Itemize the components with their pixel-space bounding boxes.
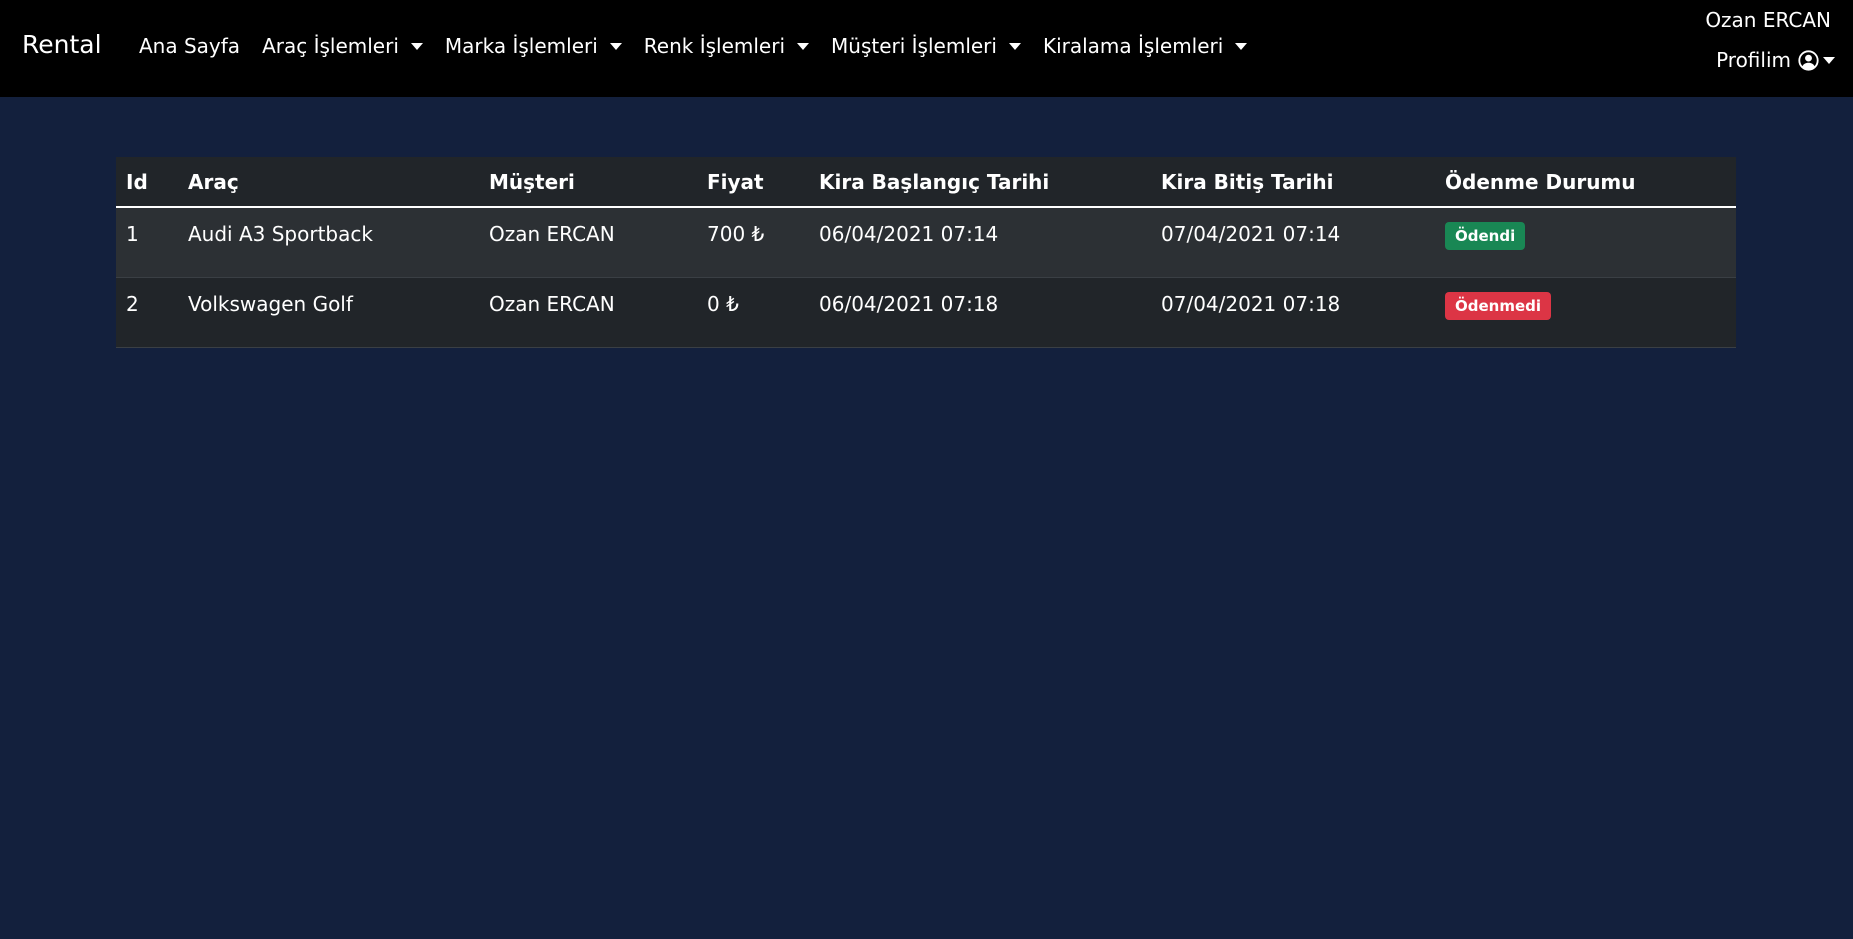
nav-item-marka-islemleri[interactable]: Marka İşlemleri (434, 34, 633, 58)
profile-dropdown[interactable]: Profilim (1716, 48, 1835, 72)
cell-price: 0 ₺ (697, 277, 809, 348)
profile-label: Profilim (1716, 48, 1791, 72)
cell-payment-status: Ödenmedi (1435, 277, 1736, 348)
table-row: 1 Audi A3 Sportback Ozan ERCAN 700 ₺ 06/… (116, 207, 1736, 278)
rentals-table: Id Araç Müşteri Fiyat Kira Başlangıç Tar… (116, 157, 1736, 348)
nav-item-label: Araç İşlemleri (262, 34, 399, 58)
user-name: Ozan ERCAN (1705, 8, 1831, 32)
table-header-row: Id Araç Müşteri Fiyat Kira Başlangıç Tar… (116, 157, 1736, 208)
cell-end-date: 07/04/2021 07:14 (1151, 207, 1435, 278)
caret-down-icon (1823, 56, 1835, 64)
column-header-payment-status: Ödenme Durumu (1435, 157, 1736, 208)
cell-start-date: 06/04/2021 07:18 (809, 277, 1151, 348)
column-header-end-date: Kira Bitiş Tarihi (1151, 157, 1435, 208)
brand-link[interactable]: Rental (22, 30, 102, 59)
caret-down-icon (1235, 42, 1248, 50)
cell-customer: Ozan ERCAN (479, 277, 697, 348)
cell-price: 700 ₺ (697, 207, 809, 278)
nav-item-label: Ana Sayfa (139, 34, 241, 58)
nav-item-label: Kiralama İşlemleri (1042, 34, 1224, 58)
nav-item-label: Marka İşlemleri (444, 34, 598, 58)
nav-item-label: Müşteri İşlemleri (831, 34, 997, 58)
rentals-table-container: Id Araç Müşteri Fiyat Kira Başlangıç Tar… (116, 157, 1736, 348)
nav-menu: Ana Sayfa Araç İşlemleri Marka İşlemleri… (128, 0, 1258, 92)
nav-item-kiralama-islemleri[interactable]: Kiralama İşlemleri (1032, 34, 1258, 58)
nav-item-label: Renk İşlemleri (643, 34, 786, 58)
nav-item-renk-islemleri[interactable]: Renk İşlemleri (633, 34, 820, 58)
column-header-start-date: Kira Başlangıç Tarihi (809, 157, 1151, 208)
cell-start-date: 06/04/2021 07:14 (809, 207, 1151, 278)
cell-end-date: 07/04/2021 07:18 (1151, 277, 1435, 348)
cell-payment-status: Ödendi (1435, 207, 1736, 278)
user-circle-icon (1798, 49, 1819, 71)
nav-item-arac-islemleri[interactable]: Araç İşlemleri (251, 34, 434, 58)
caret-down-icon (410, 42, 423, 50)
column-header-car: Araç (178, 157, 479, 208)
cell-customer: Ozan ERCAN (479, 207, 697, 278)
column-header-id: Id (116, 157, 178, 208)
caret-down-icon (797, 42, 810, 50)
nav-item-musteri-islemleri[interactable]: Müşteri İşlemleri (820, 34, 1032, 58)
column-header-price: Fiyat (697, 157, 809, 208)
column-header-customer: Müşteri (479, 157, 697, 208)
cell-car: Audi A3 Sportback (178, 207, 479, 278)
cell-id: 1 (116, 207, 178, 278)
status-badge: Ödenmedi (1445, 291, 1552, 320)
top-navbar: Rental Ana Sayfa Araç İşlemleri Marka İş… (0, 0, 1853, 97)
cell-id: 2 (116, 277, 178, 348)
caret-down-icon (609, 42, 622, 50)
status-badge: Ödendi (1445, 222, 1526, 250)
cell-car: Volkswagen Golf (178, 277, 479, 348)
caret-down-icon (1008, 42, 1021, 50)
nav-item-ana-sayfa[interactable]: Ana Sayfa (128, 34, 251, 58)
table-row: 2 Volkswagen Golf Ozan ERCAN 0 ₺ 06/04/2… (116, 277, 1736, 348)
